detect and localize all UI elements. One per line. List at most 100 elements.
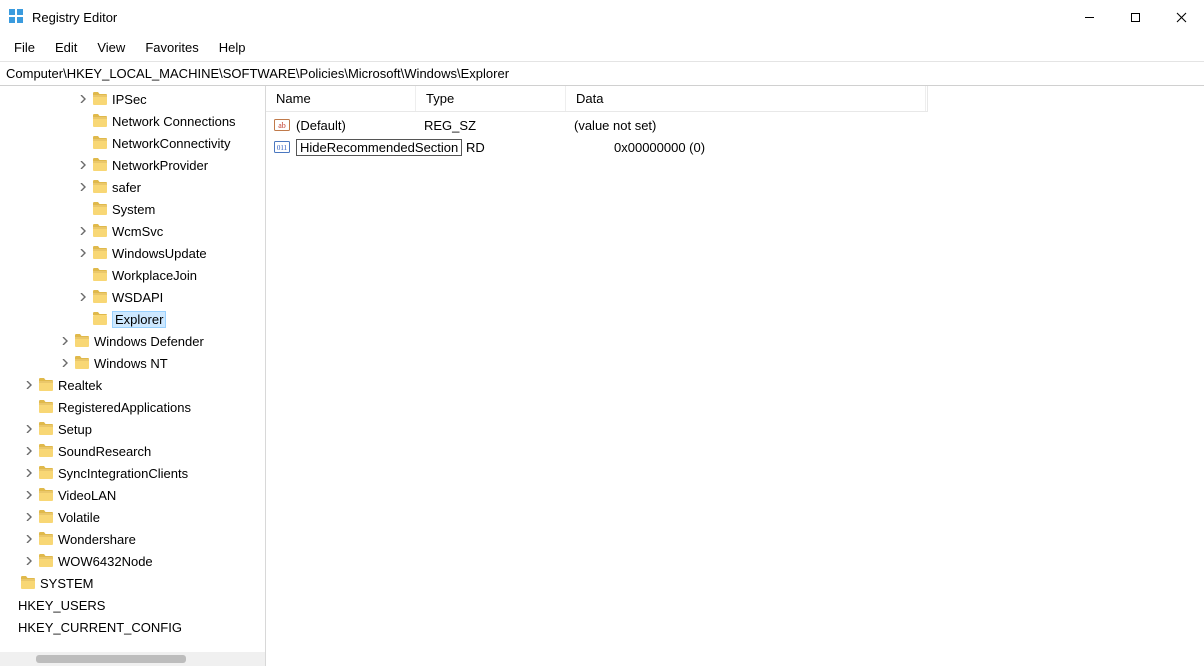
value-type: RD [466, 140, 614, 155]
tree-item[interactable]: Windows Defender [0, 330, 265, 352]
menu-view[interactable]: View [87, 36, 135, 59]
tree-item-label: IPSec [112, 92, 147, 107]
expand-toggle[interactable] [76, 158, 90, 172]
expand-toggle[interactable] [22, 422, 36, 436]
tree-item[interactable]: Windows NT [0, 352, 265, 374]
tree-item[interactable]: NetworkConnectivity [0, 132, 265, 154]
list-header: Name Type Data [266, 86, 927, 112]
tree-item-label: WindowsUpdate [112, 246, 207, 261]
tree-item-label: NetworkProvider [112, 158, 208, 173]
string-value-icon: ab [274, 117, 290, 133]
svg-text:011: 011 [277, 144, 288, 152]
tree-item[interactable]: Explorer [0, 308, 265, 330]
tree-item-label: HKEY_USERS [18, 598, 105, 613]
tree-item[interactable]: System [0, 198, 265, 220]
tree-item[interactable]: SyncIntegrationClients [0, 462, 265, 484]
binary-value-icon: 011 [274, 139, 290, 155]
expand-toggle[interactable] [76, 180, 90, 194]
value-type: REG_SZ [424, 118, 574, 133]
expand-toggle[interactable] [76, 246, 90, 260]
menu-help[interactable]: Help [209, 36, 256, 59]
col-type[interactable]: Type [416, 86, 566, 111]
tree-item-label: RegisteredApplications [58, 400, 191, 415]
close-button[interactable] [1158, 1, 1204, 33]
window-title: Registry Editor [32, 10, 117, 25]
tree-item[interactable]: VideoLAN [0, 484, 265, 506]
tree-item-label: Explorer [112, 311, 166, 328]
expand-toggle[interactable] [22, 444, 36, 458]
tree-item-label: Windows Defender [94, 334, 204, 349]
tree-item-label: WcmSvc [112, 224, 163, 239]
svg-text:ab: ab [278, 121, 286, 130]
value-name [296, 139, 462, 156]
tree-item-label: Windows NT [94, 356, 168, 371]
tree-item-label: System [112, 202, 155, 217]
rename-input[interactable] [296, 139, 462, 156]
expand-toggle[interactable] [22, 488, 36, 502]
tree-item-label: Volatile [58, 510, 100, 525]
expand-toggle[interactable] [58, 356, 72, 370]
value-data: 0x00000000 (0) [614, 140, 705, 155]
value-row[interactable]: ab (Default)REG_SZ(value not set) [266, 114, 1204, 136]
expand-toggle[interactable] [76, 224, 90, 238]
tree-item-label: Wondershare [58, 532, 136, 547]
address-bar[interactable]: Computer\HKEY_LOCAL_MACHINE\SOFTWARE\Pol… [0, 62, 1204, 86]
app-icon [8, 8, 24, 27]
tree-item[interactable]: WindowsUpdate [0, 242, 265, 264]
tree-item[interactable]: Wondershare [0, 528, 265, 550]
maximize-button[interactable] [1112, 1, 1158, 33]
tree-item-label: NetworkConnectivity [112, 136, 231, 151]
menu-bar: File Edit View Favorites Help [0, 34, 1204, 62]
col-data[interactable]: Data [566, 86, 926, 111]
tree-item[interactable]: Network Connections [0, 110, 265, 132]
menu-edit[interactable]: Edit [45, 36, 87, 59]
tree-item-label: SYSTEM [40, 576, 93, 591]
expand-toggle[interactable] [22, 466, 36, 480]
tree-item[interactable]: HKEY_CURRENT_CONFIG [0, 616, 265, 638]
tree-item[interactable]: WSDAPI [0, 286, 265, 308]
tree-pane[interactable]: IPSec Network Connections NetworkConnect… [0, 86, 266, 666]
tree-item[interactable]: RegisteredApplications [0, 396, 265, 418]
expand-toggle[interactable] [22, 510, 36, 524]
value-list-pane: Name Type Data ab (Default)REG_SZ(value n… [266, 86, 1204, 666]
expand-toggle[interactable] [76, 92, 90, 106]
tree-item-label: Network Connections [112, 114, 236, 129]
tree-item-label: safer [112, 180, 141, 195]
content-area: IPSec Network Connections NetworkConnect… [0, 86, 1204, 666]
expand-toggle[interactable] [22, 532, 36, 546]
expand-toggle[interactable] [22, 554, 36, 568]
tree-item[interactable]: HKEY_USERS [0, 594, 265, 616]
tree-hscrollbar[interactable] [0, 652, 265, 666]
tree-item-label: WorkplaceJoin [112, 268, 197, 283]
expand-toggle[interactable] [58, 334, 72, 348]
tree-item[interactable]: safer [0, 176, 265, 198]
col-name[interactable]: Name [266, 86, 416, 111]
tree-item-label: VideoLAN [58, 488, 116, 503]
menu-favorites[interactable]: Favorites [135, 36, 208, 59]
tree-item[interactable]: NetworkProvider [0, 154, 265, 176]
tree-item[interactable]: WOW6432Node [0, 550, 265, 572]
tree-item[interactable]: WcmSvc [0, 220, 265, 242]
minimize-button[interactable] [1066, 1, 1112, 33]
menu-file[interactable]: File [4, 36, 45, 59]
tree-item[interactable]: WorkplaceJoin [0, 264, 265, 286]
scrollbar-thumb[interactable] [36, 655, 186, 663]
tree-item-label: WSDAPI [112, 290, 163, 305]
tree-item[interactable]: SoundResearch [0, 440, 265, 462]
window-controls [1066, 1, 1204, 33]
tree-item-label: SoundResearch [58, 444, 151, 459]
tree-item[interactable]: Setup [0, 418, 265, 440]
tree-item[interactable]: IPSec [0, 88, 265, 110]
tree-item[interactable]: Volatile [0, 506, 265, 528]
value-name: (Default) [296, 118, 424, 133]
value-data: (value not set) [574, 118, 656, 133]
value-row[interactable]: 011 RD0x00000000 (0) [266, 136, 1204, 158]
expand-toggle[interactable] [22, 378, 36, 392]
tree-item-label: WOW6432Node [58, 554, 153, 569]
tree-item-label: Realtek [58, 378, 102, 393]
tree-item[interactable]: Realtek [0, 374, 265, 396]
expand-toggle[interactable] [76, 290, 90, 304]
title-bar: Registry Editor [0, 0, 1204, 34]
tree-item-label: SyncIntegrationClients [58, 466, 188, 481]
tree-item[interactable]: SYSTEM [0, 572, 265, 594]
